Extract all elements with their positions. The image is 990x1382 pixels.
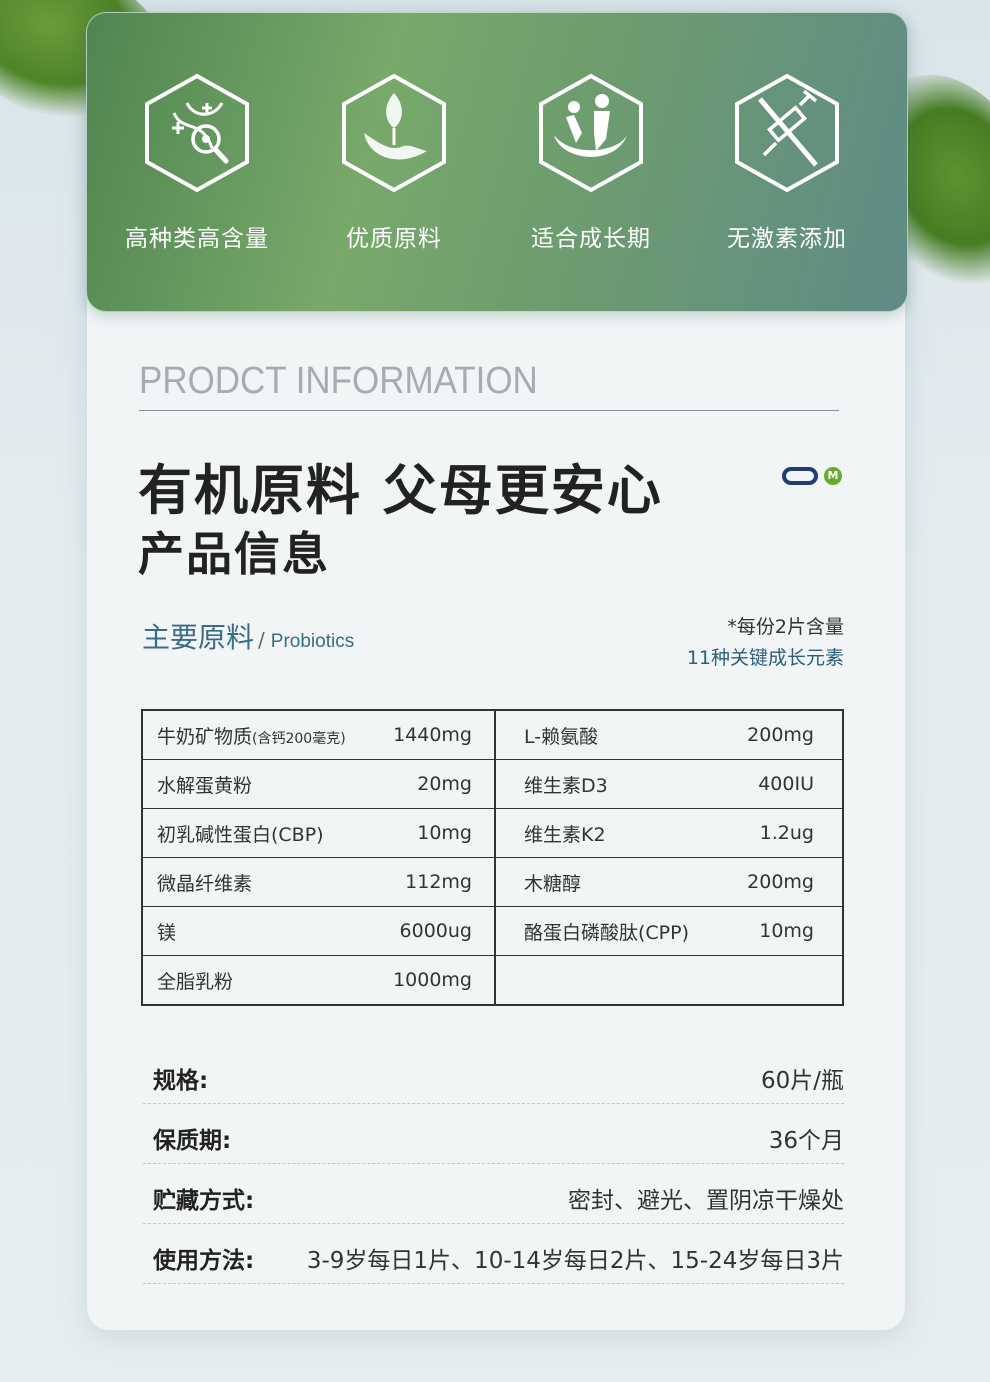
headline: 有机原料 父母更安心 [138, 459, 663, 522]
feature-growth-stage: 适合成长期 [511, 73, 671, 253]
spec-row-shelf-life: 保质期: 36个月 [143, 1103, 844, 1164]
ingredient-amount: 10mg [704, 906, 843, 956]
table-row: 水解蛋黄粉 20mg 维生素D3 400IU [142, 759, 843, 809]
ingredient-amount [704, 955, 843, 1005]
dna-magnifier-icon [145, 73, 249, 193]
subhead: 产品信息 [138, 527, 330, 581]
ingredient-name: 水解蛋黄粉 [142, 759, 382, 809]
ingredient-name: 全脂乳粉 [142, 955, 382, 1005]
feature-label: 优质原料 [346, 226, 442, 252]
leaf-hand-icon [342, 73, 446, 193]
ingredient-name: 牛奶矿物质(含钙200毫克) [157, 725, 346, 748]
no-hormone-syringe-icon [735, 73, 839, 193]
ingredient-name: 镁 [142, 906, 382, 956]
ingredient-name: 维生素K2 [495, 808, 704, 858]
feature-label: 适合成长期 [531, 226, 651, 252]
family-growth-icon [539, 73, 643, 193]
ingredients-table: 牛奶矿物质(含钙200毫克) 1440mg L-赖氨酸 200mg 水解蛋黄粉 … [141, 709, 844, 1006]
ingredient-amount: 112mg [382, 857, 496, 907]
ingredients-separator: / [258, 628, 265, 652]
ingredient-amount: 1000mg [382, 955, 496, 1005]
spec-label: 保质期: [153, 1128, 232, 1154]
table-row: 微晶纤维素 112mg 木糖醇 200mg [142, 857, 843, 907]
ingredient-amount: 1.2ug [704, 808, 843, 858]
spec-row-size: 规格: 60片/瓶 [143, 1043, 844, 1104]
spec-value: 3-9岁每日1片、10-14岁每日2片、15-24岁每日3片 [306, 1248, 844, 1274]
serving-note: *每份2片含量 [727, 616, 844, 638]
ingredient-name [495, 955, 704, 1005]
table-row: 初乳碱性蛋白(CBP) 10mg 维生素K2 1.2ug [142, 808, 843, 858]
ingredient-amount: 10mg [382, 808, 496, 858]
spec-value: 密封、避光、置阴凉干燥处 [568, 1188, 844, 1214]
spec-label: 使用方法: [153, 1248, 255, 1274]
spec-value: 36个月 [768, 1128, 844, 1154]
ingredient-name: 微晶纤维素 [142, 857, 382, 907]
ingredient-name: 木糖醇 [495, 857, 704, 907]
ingredients-title-en: Probiotics [270, 631, 355, 652]
feature-panel: 高种类高含量 优质原料 适合成长期 无激素添加 [86, 12, 908, 312]
feature-no-hormone: 无激素添加 [707, 73, 867, 253]
ingredient-amount: 6000ug [382, 906, 496, 956]
feature-quality-ingredients: 优质原料 [314, 73, 474, 253]
ingredient-amount: 400IU [704, 759, 843, 809]
ingredient-name: 初乳碱性蛋白(CBP) [142, 808, 382, 858]
ingredient-name: L-赖氨酸 [524, 725, 599, 748]
spec-row-storage: 贮藏方式: 密封、避光、置阴凉干燥处 [143, 1163, 844, 1224]
ingredient-amount: 1440mg [382, 710, 496, 760]
ingredient-name: 维生素D3 [495, 759, 704, 809]
spec-value: 60片/瓶 [760, 1068, 844, 1094]
ingredient-name: 酪蛋白磷酸肽(CPP) [495, 906, 704, 956]
english-title: PRODCT INFORMATION [139, 360, 538, 402]
ingredients-title: 主要原料 [142, 621, 255, 654]
table-row: 全脂乳粉 1000mg [142, 955, 843, 1005]
feature-high-variety: 高种类高含量 [117, 73, 277, 253]
spec-label: 规格: [153, 1068, 209, 1094]
element-count-note: 11种关键成长元素 [686, 647, 844, 669]
ingredients-heading: 主要原料 / Probiotics [142, 616, 354, 656]
feature-label: 无激素添加 [727, 226, 847, 252]
ingredient-amount: 200mg [704, 857, 843, 907]
table-row: 镁 6000ug 酪蛋白磷酸肽(CPP) 10mg [142, 906, 843, 956]
feature-label: 高种类高含量 [125, 226, 269, 252]
spec-label: 贮藏方式: [153, 1188, 255, 1214]
spec-row-usage: 使用方法: 3-9岁每日1片、10-14岁每日2片、15-24岁每日3片 [143, 1223, 844, 1284]
brand-m-badge: M [824, 467, 842, 485]
title-divider [139, 410, 839, 411]
ingredient-amount: 200mg [747, 724, 814, 746]
table-row: 牛奶矿物质(含钙200毫克) 1440mg L-赖氨酸 200mg [142, 710, 843, 760]
capsule-logo-icon [782, 467, 818, 485]
ingredient-amount: 20mg [382, 759, 496, 809]
